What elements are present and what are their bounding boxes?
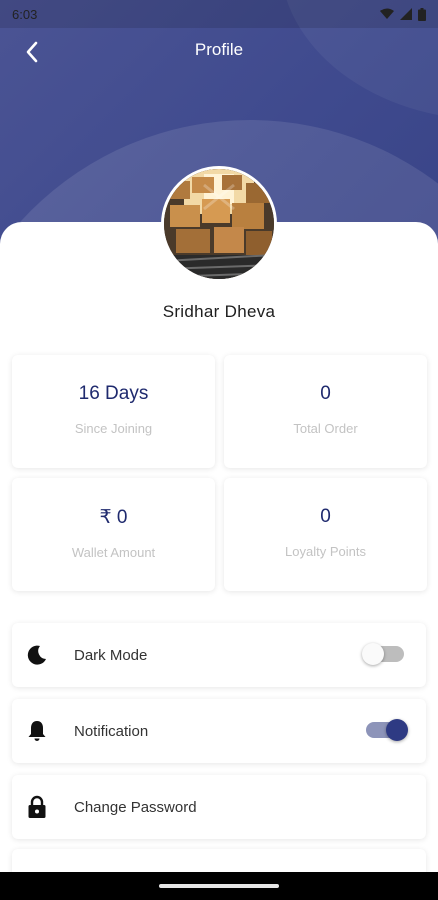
stat-label: Wallet Amount	[71, 544, 156, 560]
stat-label: Since Joining	[74, 421, 153, 436]
stat-value: ₹ 0	[99, 506, 128, 528]
avatar-image	[164, 169, 274, 279]
back-button[interactable]	[20, 40, 44, 64]
toggle-thumb	[362, 643, 384, 665]
stat-card-loyalty-points: 0 Loyalty Points	[224, 478, 427, 591]
setting-row-notification[interactable]: Notification	[12, 699, 426, 763]
user-name: Sridhar Dheva	[162, 302, 276, 321]
setting-label: Dark Mode	[74, 646, 148, 664]
system-nav-bar	[0, 872, 438, 900]
stat-value: 0	[320, 383, 331, 404]
stat-label: Loyalty Points	[285, 544, 366, 559]
home-indicator[interactable]	[159, 884, 279, 888]
bell-icon	[26, 720, 48, 742]
status-time: 6:03	[12, 6, 38, 22]
signal-icon	[400, 8, 412, 20]
stat-card-since-joining: 16 Days Since Joining	[12, 355, 215, 468]
setting-row-change-password[interactable]: Change Password	[12, 775, 426, 839]
battery-icon	[418, 7, 426, 21]
stat-card-total-order: 0 Total Order	[224, 355, 427, 468]
setting-label: Notification	[74, 722, 149, 740]
setting-label: Change Password	[74, 798, 197, 816]
stat-card-wallet-amount: ₹ 0 Wallet Amount	[12, 478, 215, 591]
toggle-thumb	[386, 719, 408, 741]
status-icons	[380, 7, 426, 21]
wifi-icon	[380, 8, 394, 19]
notification-toggle[interactable]	[366, 719, 408, 741]
moon-icon	[26, 644, 48, 666]
page-title: Profile	[194, 40, 244, 59]
dark-mode-toggle[interactable]	[362, 643, 404, 665]
status-bar: 6:03	[0, 0, 438, 28]
stat-label: Total Order	[293, 421, 358, 436]
avatar[interactable]	[161, 166, 277, 282]
stat-value: 0	[320, 506, 331, 527]
chevron-left-icon	[26, 41, 38, 63]
setting-row-dark-mode[interactable]: Dark Mode	[12, 623, 426, 687]
lock-icon	[26, 795, 48, 818]
stat-value: 16 Days	[78, 383, 149, 404]
app-bar: Profile	[0, 28, 438, 72]
